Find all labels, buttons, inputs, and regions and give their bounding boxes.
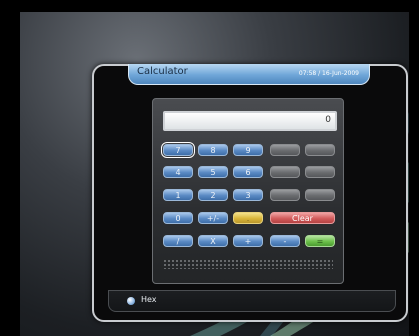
key-blank-2[interactable] (305, 144, 335, 156)
key-blank-1[interactable] (270, 144, 300, 156)
key-divide[interactable]: / (163, 235, 193, 247)
hex-mode-icon (127, 297, 135, 305)
status-bar: Hex (108, 290, 396, 312)
key-blank-6[interactable] (305, 189, 335, 201)
key-1[interactable]: 1 (163, 189, 193, 201)
right-border (409, 0, 419, 336)
key-decimal[interactable]: . (233, 212, 263, 224)
key-blank-4[interactable] (305, 166, 335, 178)
key-6[interactable]: 6 (233, 166, 263, 178)
calculator-panel: 0 7 8 9 4 5 6 1 2 3 0 +/- . Clear / X + … (152, 98, 344, 284)
key-8[interactable]: 8 (198, 144, 228, 156)
key-plus-minus[interactable]: +/- (198, 212, 228, 224)
display-value: 0 (325, 115, 331, 125)
key-3[interactable]: 3 (233, 189, 263, 201)
key-equals[interactable]: = (305, 235, 335, 247)
key-5[interactable]: 5 (198, 166, 228, 178)
key-4[interactable]: 4 (163, 166, 193, 178)
key-multiply[interactable]: X (198, 235, 228, 247)
key-0[interactable]: 0 (163, 212, 193, 224)
hex-mode-label[interactable]: Hex (141, 295, 157, 304)
key-blank-5[interactable] (270, 189, 300, 201)
date-time: 07:58 / 16-Jun-2009 (298, 70, 359, 77)
calculator-display: 0 (163, 111, 337, 131)
key-clear[interactable]: Clear (270, 212, 335, 224)
title-bar: Calculator 07:58 / 16-Jun-2009 (128, 64, 370, 85)
tv-screen: Calculator 07:58 / 16-Jun-2009 0 7 8 9 4… (20, 12, 409, 336)
calculator-window: Calculator 07:58 / 16-Jun-2009 0 7 8 9 4… (92, 64, 408, 322)
left-border (0, 0, 20, 336)
key-2[interactable]: 2 (198, 189, 228, 201)
speaker-grille (163, 259, 333, 269)
key-subtract[interactable]: - (270, 235, 300, 247)
window-title: Calculator (137, 66, 188, 77)
key-7[interactable]: 7 (161, 142, 195, 158)
key-9[interactable]: 9 (233, 144, 263, 156)
key-blank-3[interactable] (270, 166, 300, 178)
key-add[interactable]: + (233, 235, 263, 247)
